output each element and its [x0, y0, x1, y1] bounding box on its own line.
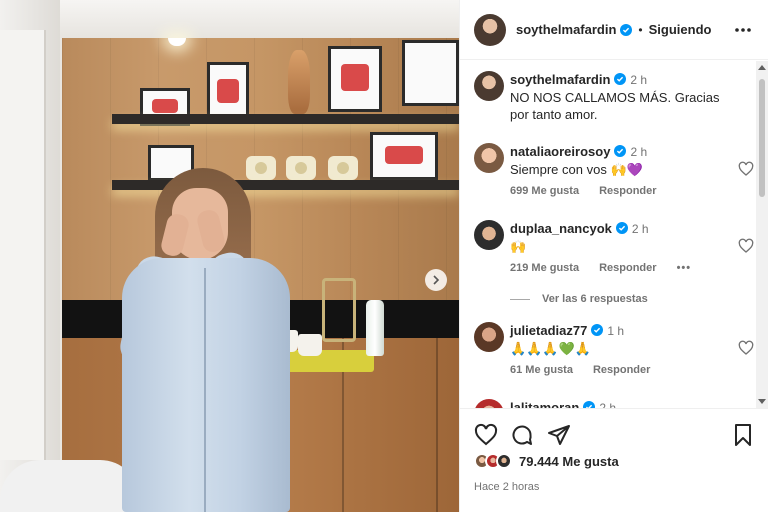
photo-ceiling [0, 0, 459, 38]
caption: soythelmafardin 2 h NO NOS CALLAMOS MÁS. … [474, 71, 754, 131]
view-replies-button[interactable]: Ver las 6 respuestas [510, 293, 648, 305]
verified-icon [614, 145, 627, 157]
post-panel: soythelmafardin • Siguiendo soythelmafar… [459, 0, 768, 512]
caption-time: 2 h [630, 73, 648, 87]
comment-meta: 61 Me gusta Responder [510, 364, 650, 376]
comment-emoji: 🙌💜 [610, 163, 643, 178]
comment-time: 2 h [631, 222, 649, 236]
heart-icon[interactable] [738, 238, 754, 254]
avatar[interactable] [474, 399, 504, 408]
post-header: soythelmafardin • Siguiendo [460, 0, 768, 60]
comment-icon[interactable] [510, 423, 534, 447]
photo-award [328, 156, 358, 180]
verified-icon [583, 401, 596, 408]
comment-username[interactable]: duplaa_nancyok [510, 221, 612, 236]
photo-table [0, 460, 140, 512]
comment-body: nataliaoreirosoy 2 h Siempre con vos 🙌💜 [510, 143, 730, 179]
comment-emoji: 🙏🙏🙏💚🙏 [510, 342, 591, 357]
comment-emoji: 🙌 [510, 240, 527, 255]
scroll-down-arrow[interactable] [758, 399, 766, 404]
verified-icon [614, 73, 627, 85]
scrollbar-thumb[interactable] [759, 79, 765, 197]
comment-time: 2 h [599, 401, 617, 408]
comments-scrollbar[interactable] [756, 61, 768, 408]
photo-shelf [112, 114, 459, 124]
comment-meta: 699 Me gusta Responder [510, 185, 657, 197]
reply-button[interactable]: Responder [599, 185, 656, 197]
photo-frame [207, 62, 249, 122]
photo-award [286, 156, 316, 180]
photo-mug [298, 334, 322, 356]
comment-item: duplaa_nancyok 2 h 🙌 219 Me gusta Respond… [474, 220, 754, 280]
share-icon[interactable] [547, 423, 571, 447]
caption-body: soythelmafardin 2 h NO NOS CALLAMOS MÁS. … [510, 71, 730, 123]
heart-icon[interactable] [474, 423, 498, 447]
heart-icon[interactable] [738, 340, 754, 356]
caption-username[interactable]: soythelmafardin [510, 72, 610, 87]
avatar[interactable] [474, 322, 504, 352]
more-icon[interactable] [733, 22, 753, 38]
photo-door [0, 30, 46, 460]
avatar[interactable] [474, 220, 504, 250]
avatar[interactable] [474, 71, 504, 101]
likes-count[interactable]: 79.444 Me gusta [519, 454, 619, 469]
comment-body: lalitamoran 2 h [510, 399, 730, 408]
view-replies-label: Ver las 6 respuestas [542, 293, 648, 305]
comment-item: julietadiaz77 1 h 🙏🙏🙏💚🙏 61 Me gusta Respo… [474, 322, 754, 382]
photo-person-shirt [122, 258, 290, 512]
comment-item: nataliaoreirosoy 2 h Siempre con vos 🙌💜 6… [474, 143, 754, 203]
avatar[interactable] [474, 143, 504, 173]
next-photo-button[interactable] [425, 269, 447, 291]
comment-time: 1 h [607, 324, 624, 338]
comment-time: 2 h [630, 145, 648, 159]
photo-frame [370, 132, 438, 180]
likes-row[interactable]: 79.444 Me gusta [474, 453, 619, 469]
scroll-up-arrow[interactable] [758, 65, 766, 70]
comment-body: julietadiaz77 1 h 🙏🙏🙏💚🙏 [510, 322, 730, 358]
comment-more-button[interactable]: ••• [677, 262, 692, 274]
verified-icon [615, 222, 628, 234]
chevron-right-icon [433, 275, 440, 285]
reply-button[interactable]: Responder [599, 262, 656, 274]
photo-award [246, 156, 276, 180]
comment-likes[interactable]: 61 Me gusta [510, 364, 573, 376]
post-photo[interactable] [0, 0, 459, 512]
comment-likes[interactable]: 699 Me gusta [510, 185, 579, 197]
comment-text: Siempre con vos [510, 162, 607, 177]
photo-frame [402, 40, 459, 106]
header-separator: • [638, 22, 643, 37]
header-username[interactable]: soythelmafardin [516, 22, 616, 37]
bookmark-icon[interactable] [731, 423, 755, 447]
comment-username[interactable]: lalitamoran [510, 400, 579, 408]
comment-likes[interactable]: 219 Me gusta [510, 262, 579, 274]
comment-meta: 219 Me gusta Responder ••• [510, 262, 691, 274]
comment-username[interactable]: julietadiaz77 [510, 323, 587, 338]
replies-line [510, 298, 530, 300]
caption-text: NO NOS CALLAMOS MÁS. Gracias por tanto a… [510, 90, 720, 122]
comment-item: lalitamoran 2 h [474, 399, 754, 408]
photo-stand [322, 278, 356, 342]
reply-button[interactable]: Responder [593, 364, 650, 376]
photo-frame [328, 46, 382, 112]
avatar[interactable] [474, 13, 506, 46]
comment-body: duplaa_nancyok 2 h 🙌 [510, 220, 730, 256]
photo-bottle [366, 300, 384, 356]
post-actions: 79.444 Me gusta Hace 2 horas [460, 408, 768, 512]
verified-icon [620, 23, 633, 36]
post-time[interactable]: Hace 2 horas [474, 481, 539, 493]
comment-username[interactable]: nataliaoreirosoy [510, 144, 610, 159]
verified-icon [591, 324, 604, 336]
following-button[interactable]: Siguiendo [649, 22, 712, 37]
heart-icon[interactable] [738, 161, 754, 177]
comments-list[interactable]: soythelmafardin 2 h NO NOS CALLAMOS MÁS. … [460, 61, 757, 408]
photo-trophy [288, 50, 310, 114]
liker-avatar [496, 453, 512, 469]
